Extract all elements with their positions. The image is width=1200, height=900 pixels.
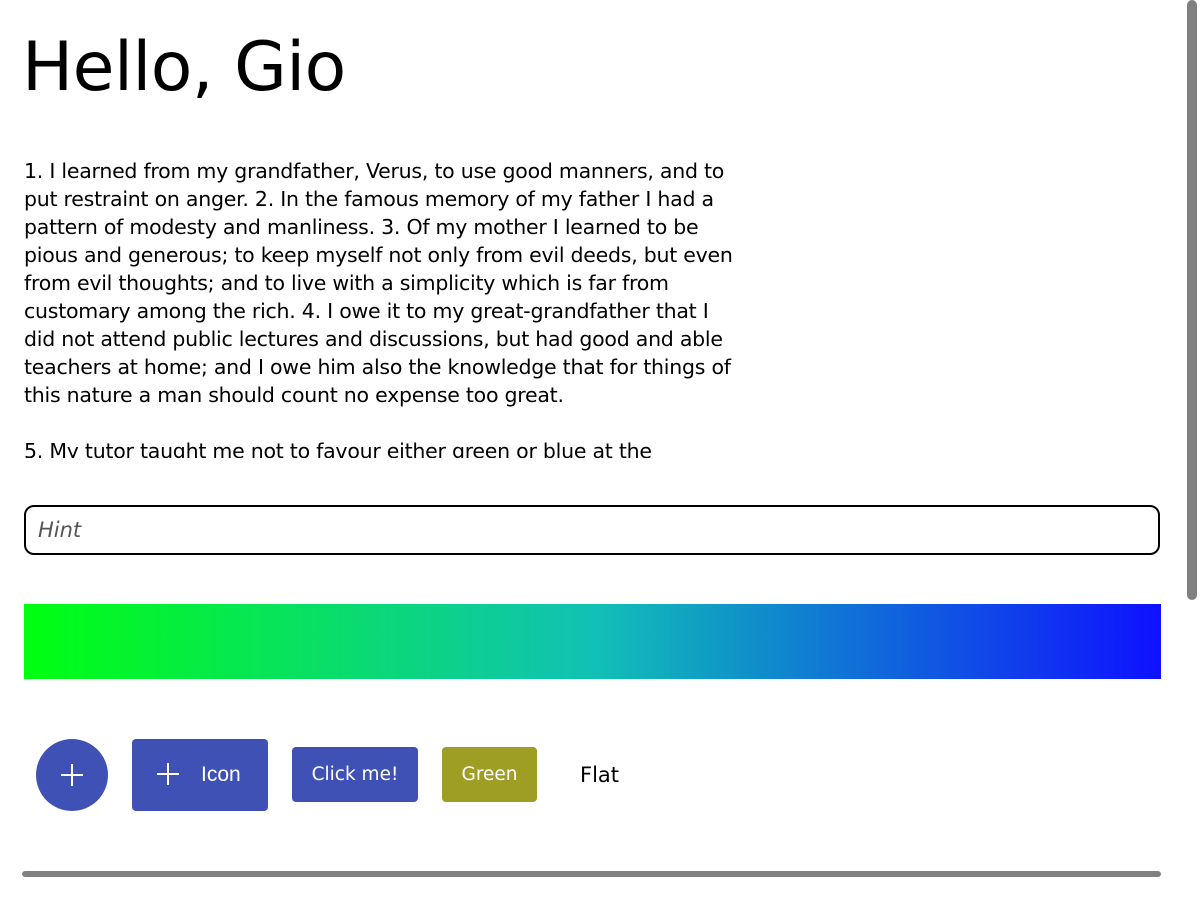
- app-window: Hello, Gio 1. I learned from my grandfat…: [0, 0, 1200, 900]
- text-paragraph: 5. My tutor taught me not to favour eith…: [24, 439, 652, 458]
- plus-icon: [61, 764, 83, 786]
- click-me-button[interactable]: Click me!: [292, 747, 418, 802]
- text-paragraph: 1. I learned from my grandfather, Verus,…: [24, 159, 733, 407]
- gradient-bar: [24, 604, 1161, 679]
- add-fab-button[interactable]: [36, 739, 108, 811]
- icon-button[interactable]: Icon: [132, 739, 268, 811]
- green-button[interactable]: Green: [442, 747, 537, 802]
- flat-button[interactable]: Flat: [568, 747, 632, 802]
- plus-icon: [157, 763, 179, 785]
- text-editor[interactable]: 1. I learned from my grandfather, Verus,…: [24, 157, 784, 458]
- hint-input[interactable]: [24, 505, 1160, 555]
- button-row: Icon Click me! Green Flat: [36, 739, 936, 811]
- icon-button-label: Icon: [201, 763, 241, 786]
- page-title: Hello, Gio: [22, 28, 346, 107]
- progress-fill: [22, 871, 1161, 877]
- progress-bar: [22, 871, 1161, 877]
- scrollbar[interactable]: [1187, 0, 1197, 600]
